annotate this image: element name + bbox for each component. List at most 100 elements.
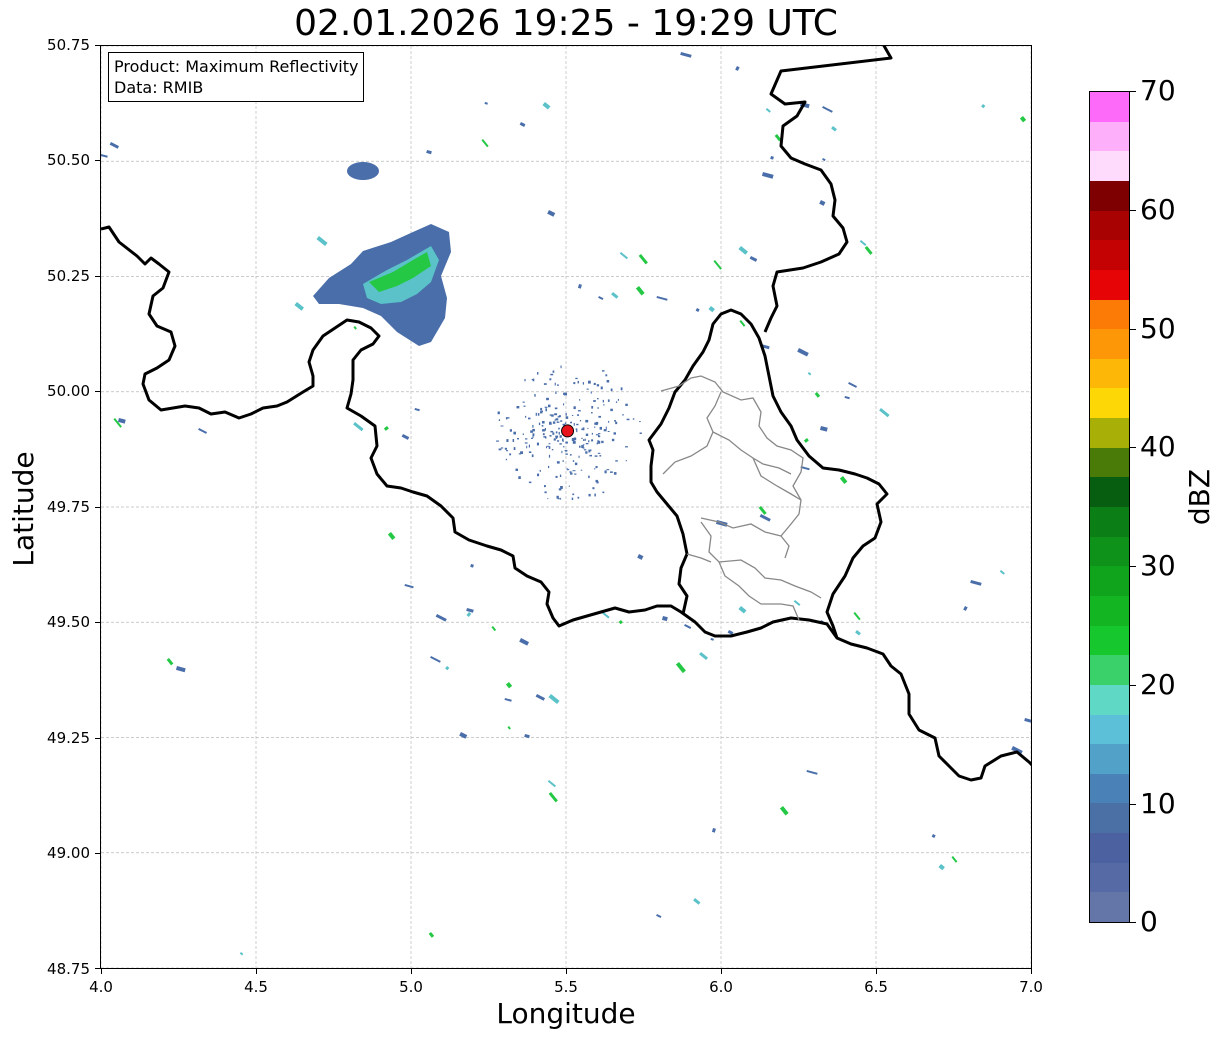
colorbar-segment [1090, 506, 1129, 537]
clutter-speckle [556, 421, 558, 423]
echo-spot [387, 532, 396, 540]
clutter-speckle [592, 487, 595, 490]
clutter-speckle [584, 438, 586, 441]
echo-spot [981, 103, 986, 109]
clutter-speckle [548, 446, 551, 449]
clutter-speckle [554, 382, 556, 386]
colorbar-segment [1090, 654, 1129, 685]
clutter-speckle [591, 439, 594, 442]
clutter-speckle [625, 446, 628, 448]
colorbar-segment [1090, 210, 1129, 241]
colorbar-segment [1090, 269, 1129, 300]
clutter-speckle [542, 433, 545, 436]
internal-borders [660, 375, 822, 621]
ytick-mark [95, 276, 100, 277]
clutter-speckle [577, 496, 580, 499]
y-axis-label: Latitude [7, 451, 40, 567]
clutter-speckle [537, 473, 540, 477]
clutter-speckle [557, 416, 560, 418]
clutter-speckle [551, 414, 554, 417]
colorbar-segment [1090, 387, 1129, 419]
colorbar-tick-mark [1130, 566, 1136, 567]
colorbar-tick-label: 70 [1140, 74, 1176, 107]
clutter-speckle [531, 379, 534, 381]
echo-spot [166, 658, 174, 666]
clutter-speckle [570, 421, 572, 424]
clutter-speckle [602, 399, 604, 403]
clutter-speckle [515, 468, 518, 471]
map-plot-area[interactable]: Product: Maximum Reflectivity Data: RMIB [100, 45, 1032, 969]
clutter-speckle [588, 380, 591, 384]
ytick-label: 50.25 [47, 267, 90, 285]
clutter-speckle [522, 401, 525, 403]
clutter-speckle [552, 432, 555, 435]
echo-spot [963, 606, 968, 611]
clutter-speckle [595, 434, 599, 436]
legend-product: Product: Maximum Reflectivity [114, 57, 359, 76]
colorbar-tick-label: 50 [1140, 312, 1176, 345]
clutter-speckle [550, 373, 554, 376]
echo-spot [519, 638, 530, 646]
echo-spot [708, 305, 715, 313]
echo-spot [675, 662, 686, 674]
clutter-speckle [594, 455, 598, 457]
clutter-speckle [588, 493, 591, 497]
clutter-speckle [535, 412, 537, 416]
clutter-speckle [578, 455, 580, 458]
colorbar-segment [1090, 91, 1129, 92]
clutter-speckle [537, 413, 540, 416]
clutter-speckle [506, 439, 509, 442]
colorbar-tick-mark [1130, 210, 1136, 211]
clutter-speckle [595, 479, 598, 483]
clutter-speckle [573, 382, 576, 385]
colorbar-segment [1090, 447, 1129, 478]
clutter-speckle [545, 436, 547, 439]
clutter-speckle [550, 430, 554, 433]
clutter-speckle [496, 440, 499, 442]
clutter-speckle [620, 387, 623, 391]
clutter-speckle [608, 420, 610, 423]
clutter-speckle [602, 491, 605, 494]
clutter-speckle [512, 439, 515, 442]
clutter-speckle [548, 404, 551, 408]
ytick-mark [95, 738, 100, 739]
echo-spot [198, 428, 208, 434]
clutter-speckle [588, 440, 590, 443]
clutter-speckle [568, 468, 570, 471]
clutter-speckle [544, 428, 546, 431]
clutter-speckle [562, 460, 564, 462]
clutter-speckle [585, 433, 589, 436]
clutter-speckle [532, 433, 535, 437]
echo-spot [353, 422, 364, 432]
clutter-speckle [604, 470, 607, 474]
echo-spot [738, 246, 748, 255]
echo-spot [999, 570, 1005, 575]
echo-spot [524, 734, 530, 739]
clutter-speckle [526, 445, 528, 449]
clutter-speckle [610, 408, 613, 412]
clutter-speckle [576, 429, 578, 433]
clutter-speckle [613, 472, 617, 475]
clutter-speckle [599, 426, 602, 430]
echo-spot [803, 438, 809, 443]
clutter-speckle [571, 415, 574, 416]
clutter-speckle [558, 431, 560, 435]
clutter-speckle [579, 445, 581, 448]
colorbar-tick-label: 30 [1140, 549, 1176, 582]
clutter-speckle [579, 399, 581, 401]
clutter-speckle [546, 397, 549, 401]
echo-spot [970, 580, 982, 586]
clutter-speckle [555, 418, 559, 421]
echo-spot [505, 682, 513, 689]
clutter-speckle [602, 370, 605, 372]
colorbar-tick-mark [1130, 922, 1136, 923]
clutter-speckle [524, 442, 528, 444]
clutter-speckle [581, 437, 583, 439]
colorbar-segment [1090, 239, 1129, 270]
clutter-speckle [639, 421, 641, 423]
xtick-label: 4.5 [244, 978, 268, 996]
clutter-speckle [547, 498, 549, 500]
clutter-speckle [537, 372, 539, 375]
echo-spot [519, 122, 526, 127]
clutter-speckle [560, 365, 562, 369]
